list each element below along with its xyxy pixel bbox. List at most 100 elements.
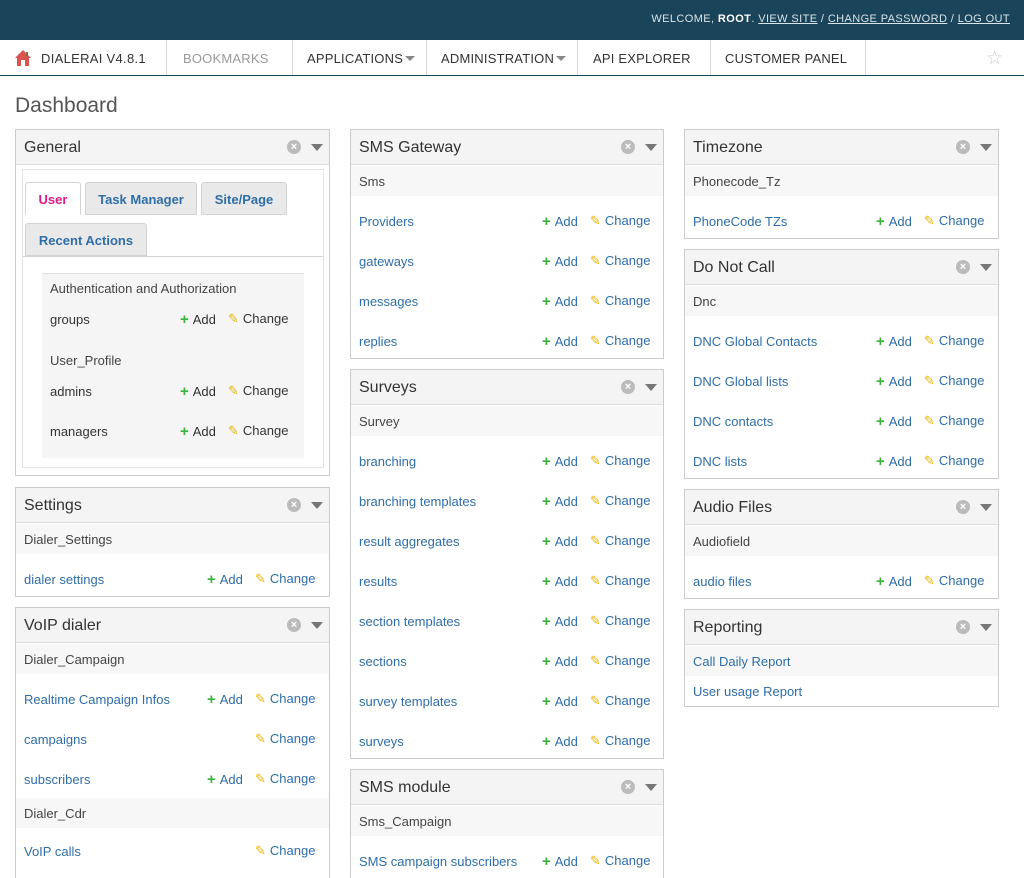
add-link[interactable]: + Add (876, 333, 912, 350)
close-icon[interactable]: × (956, 500, 970, 514)
add-link[interactable]: + Add (542, 493, 578, 510)
change-link[interactable]: ✎ Change (924, 453, 984, 469)
model-link[interactable]: Realtime Campaign Infos (24, 692, 170, 707)
add-link[interactable]: + Add (876, 413, 912, 430)
change-link[interactable]: ✎ Change (228, 383, 288, 399)
close-icon[interactable]: × (621, 380, 635, 394)
collapse-icon[interactable] (980, 624, 992, 631)
model-link[interactable]: result aggregates (359, 534, 459, 549)
add-link[interactable]: + Add (542, 653, 578, 670)
collapse-icon[interactable] (645, 144, 657, 151)
change-link[interactable]: ✎ Change (590, 733, 650, 749)
add-link[interactable]: + Add (542, 333, 578, 350)
add-link[interactable]: + Add (207, 571, 243, 588)
model-link[interactable]: admins (50, 384, 92, 399)
close-icon[interactable]: × (621, 140, 635, 154)
model-link[interactable]: Providers (359, 214, 414, 229)
change-link[interactable]: ✎ Change (590, 293, 650, 309)
add-link[interactable]: + Add (542, 533, 578, 550)
collapse-icon[interactable] (980, 144, 992, 151)
model-link[interactable]: gateways (359, 254, 414, 269)
model-link[interactable]: messages (359, 294, 418, 309)
add-link[interactable]: + Add (542, 613, 578, 630)
add-link[interactable]: + Add (876, 213, 912, 230)
change-link[interactable]: ✎ Change (255, 691, 315, 707)
add-link[interactable]: + Add (542, 293, 578, 310)
change-link[interactable]: ✎ Change (255, 731, 315, 747)
change-password-link[interactable]: CHANGE PASSWORD (828, 13, 947, 25)
add-link[interactable]: + Add (542, 213, 578, 230)
add-link[interactable]: + Add (180, 383, 216, 400)
change-link[interactable]: ✎ Change (228, 311, 288, 327)
star-icon[interactable]: ☆ (986, 47, 1003, 70)
add-link[interactable]: + Add (207, 691, 243, 708)
change-link[interactable]: ✎ Change (590, 493, 650, 509)
model-link[interactable]: DNC contacts (693, 414, 773, 429)
add-link[interactable]: + Add (542, 253, 578, 270)
model-link[interactable]: branching templates (359, 494, 476, 509)
close-icon[interactable]: × (287, 618, 301, 632)
log-out-link[interactable]: LOG OUT (958, 13, 1010, 25)
model-link[interactable]: survey templates (359, 694, 457, 709)
collapse-icon[interactable] (980, 264, 992, 271)
add-link[interactable]: + Add (876, 373, 912, 390)
brand-link[interactable]: DIALERAI V4.8.1 (0, 40, 167, 75)
model-link[interactable]: SMS campaign subscribers (359, 854, 517, 869)
model-link[interactable]: dialer settings (24, 572, 104, 587)
change-link[interactable]: ✎ Change (924, 213, 984, 229)
close-icon[interactable]: × (287, 498, 301, 512)
view-site-link[interactable]: VIEW SITE (758, 13, 817, 25)
model-link[interactable]: DNC lists (693, 454, 747, 469)
change-link[interactable]: ✎ Change (924, 373, 984, 389)
model-link[interactable]: section templates (359, 614, 460, 629)
add-link[interactable]: + Add (542, 733, 578, 750)
tab-site-page[interactable]: Site/Page (201, 182, 287, 215)
model-link[interactable]: campaigns (24, 732, 87, 747)
change-link[interactable]: ✎ Change (255, 571, 315, 587)
change-link[interactable]: ✎ Change (590, 533, 650, 549)
change-link[interactable]: ✎ Change (590, 453, 650, 469)
add-link[interactable]: + Add (180, 311, 216, 328)
close-icon[interactable]: × (621, 780, 635, 794)
model-link[interactable]: surveys (359, 734, 404, 749)
nav-administration[interactable]: ADMINISTRATION (427, 40, 578, 75)
model-link[interactable]: replies (359, 334, 397, 349)
change-link[interactable]: ✎ Change (590, 333, 650, 349)
tab-task-manager[interactable]: Task Manager (85, 182, 197, 215)
collapse-icon[interactable] (311, 502, 323, 509)
report-link[interactable]: User usage Report (693, 684, 802, 699)
change-link[interactable]: ✎ Change (255, 843, 315, 859)
close-icon[interactable]: × (287, 140, 301, 154)
tab-user[interactable]: User (25, 182, 81, 215)
close-icon[interactable]: × (956, 620, 970, 634)
collapse-icon[interactable] (645, 384, 657, 391)
change-link[interactable]: ✎ Change (924, 413, 984, 429)
model-link[interactable]: subscribers (24, 772, 90, 787)
nav-customer-panel[interactable]: CUSTOMER PANEL (711, 40, 866, 75)
collapse-icon[interactable] (311, 144, 323, 151)
model-link[interactable]: audio files (693, 574, 752, 589)
collapse-icon[interactable] (980, 504, 992, 511)
change-link[interactable]: ✎ Change (590, 213, 650, 229)
close-icon[interactable]: × (956, 260, 970, 274)
change-link[interactable]: ✎ Change (255, 771, 315, 787)
model-link[interactable]: groups (50, 312, 90, 327)
change-link[interactable]: ✎ Change (590, 253, 650, 269)
change-link[interactable]: ✎ Change (590, 693, 650, 709)
change-link[interactable]: ✎ Change (590, 853, 650, 869)
nav-api-explorer[interactable]: API EXPLORER (578, 40, 711, 75)
add-link[interactable]: + Add (542, 853, 578, 870)
model-link[interactable]: managers (50, 424, 108, 439)
model-link[interactable]: DNC Global lists (693, 374, 788, 389)
model-link[interactable]: results (359, 574, 397, 589)
add-link[interactable]: + Add (542, 453, 578, 470)
add-link[interactable]: + Add (876, 573, 912, 590)
collapse-icon[interactable] (311, 622, 323, 629)
model-link[interactable]: PhoneCode TZs (693, 214, 787, 229)
change-link[interactable]: ✎ Change (590, 653, 650, 669)
add-link[interactable]: + Add (542, 693, 578, 710)
add-link[interactable]: + Add (180, 423, 216, 440)
close-icon[interactable]: × (956, 140, 970, 154)
report-link[interactable]: Call Daily Report (693, 654, 791, 669)
change-link[interactable]: ✎ Change (590, 573, 650, 589)
